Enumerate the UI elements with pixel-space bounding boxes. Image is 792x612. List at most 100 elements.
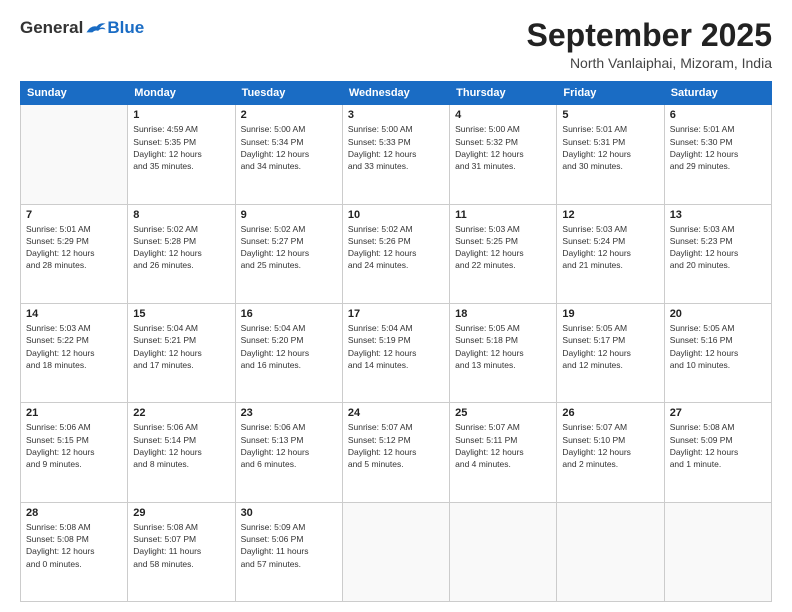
weekday-header: Tuesday (235, 82, 342, 105)
day-number: 26 (562, 407, 658, 419)
day-info: Sunrise: 5:06 AM Sunset: 5:14 PM Dayligh… (133, 421, 229, 470)
day-info: Sunrise: 5:02 AM Sunset: 5:26 PM Dayligh… (348, 223, 444, 272)
logo-bird-icon (85, 19, 107, 37)
calendar-cell: 12Sunrise: 5:03 AM Sunset: 5:24 PM Dayli… (557, 204, 664, 303)
calendar-cell: 24 Sunrise: 5:07 AM Sunset: 5:12 PM Dayli… (342, 403, 449, 502)
day-info: Sunrise: 5:07 AM Sunset: 5:12 PM Dayligh… (348, 421, 444, 470)
header: General Blue September 2025 North Vanlai… (20, 18, 772, 71)
weekday-header: Sunday (21, 82, 128, 105)
day-number: 28 (26, 507, 122, 519)
calendar-cell: 8 Sunrise: 5:02 AM Sunset: 5:28 PM Daylig… (128, 204, 235, 303)
calendar-cell: 27 Sunrise: 5:08 AM Sunset: 5:09 PM Dayli… (664, 403, 771, 502)
day-info: Sunrise: 5:08 AM Sunset: 5:08 PM Dayligh… (26, 521, 122, 570)
day-number: 11 (455, 209, 551, 221)
calendar-cell: 7 Sunrise: 5:01 AM Sunset: 5:29 PM Daylig… (21, 204, 128, 303)
calendar-cell: 3Sunrise: 5:00 AM Sunset: 5:33 PM Daylig… (342, 105, 449, 204)
day-number: 14 (26, 308, 122, 320)
day-info: Sunrise: 5:04 AM Sunset: 5:20 PM Dayligh… (241, 322, 337, 371)
day-number: 6 (670, 109, 766, 121)
day-info: Sunrise: 5:05 AM Sunset: 5:18 PM Dayligh… (455, 322, 551, 371)
day-number: 7 (26, 209, 122, 221)
calendar-cell (664, 502, 771, 601)
day-info: Sunrise: 5:08 AM Sunset: 5:09 PM Dayligh… (670, 421, 766, 470)
weekday-header: Monday (128, 82, 235, 105)
day-number: 27 (670, 407, 766, 419)
logo-general-text: General (20, 18, 83, 38)
day-number: 3 (348, 109, 444, 121)
weekday-header: Saturday (664, 82, 771, 105)
day-info: Sunrise: 5:08 AM Sunset: 5:07 PM Dayligh… (133, 521, 229, 570)
day-number: 1 (133, 109, 229, 121)
day-info: Sunrise: 5:02 AM Sunset: 5:27 PM Dayligh… (241, 223, 337, 272)
day-info: Sunrise: 5:06 AM Sunset: 5:13 PM Dayligh… (241, 421, 337, 470)
day-number: 9 (241, 209, 337, 221)
day-number: 13 (670, 209, 766, 221)
calendar-cell: 6Sunrise: 5:01 AM Sunset: 5:30 PM Daylig… (664, 105, 771, 204)
calendar-cell: 15 Sunrise: 5:04 AM Sunset: 5:21 PM Dayli… (128, 303, 235, 402)
location-text: North Vanlaiphai, Mizoram, India (527, 55, 772, 71)
day-info: Sunrise: 5:05 AM Sunset: 5:17 PM Dayligh… (562, 322, 658, 371)
weekday-header: Wednesday (342, 82, 449, 105)
day-number: 12 (562, 209, 658, 221)
day-info: Sunrise: 5:04 AM Sunset: 5:19 PM Dayligh… (348, 322, 444, 371)
calendar-cell: 13Sunrise: 5:03 AM Sunset: 5:23 PM Dayli… (664, 204, 771, 303)
calendar-cell: 21 Sunrise: 5:06 AM Sunset: 5:15 PM Dayli… (21, 403, 128, 502)
calendar-cell: 5 Sunrise: 5:01 AM Sunset: 5:31 PM Daylig… (557, 105, 664, 204)
day-number: 20 (670, 308, 766, 320)
calendar-week-row: 28 Sunrise: 5:08 AM Sunset: 5:08 PM Dayli… (21, 502, 772, 601)
calendar-week-row: 7 Sunrise: 5:01 AM Sunset: 5:29 PM Daylig… (21, 204, 772, 303)
calendar-cell: 2 Sunrise: 5:00 AM Sunset: 5:34 PM Daylig… (235, 105, 342, 204)
day-number: 5 (562, 109, 658, 121)
day-info: Sunrise: 5:02 AM Sunset: 5:28 PM Dayligh… (133, 223, 229, 272)
day-number: 19 (562, 308, 658, 320)
day-info: Sunrise: 4:59 AM Sunset: 5:35 PM Dayligh… (133, 123, 229, 172)
calendar-week-row: 1 Sunrise: 4:59 AM Sunset: 5:35 PM Daylig… (21, 105, 772, 204)
page: General Blue September 2025 North Vanlai… (0, 0, 792, 612)
day-number: 15 (133, 308, 229, 320)
calendar-cell: 16 Sunrise: 5:04 AM Sunset: 5:20 PM Dayli… (235, 303, 342, 402)
day-number: 8 (133, 209, 229, 221)
day-info: Sunrise: 5:07 AM Sunset: 5:11 PM Dayligh… (455, 421, 551, 470)
day-info: Sunrise: 5:01 AM Sunset: 5:29 PM Dayligh… (26, 223, 122, 272)
day-info: Sunrise: 5:01 AM Sunset: 5:31 PM Dayligh… (562, 123, 658, 172)
calendar-cell (450, 502, 557, 601)
calendar-cell: 23 Sunrise: 5:06 AM Sunset: 5:13 PM Dayli… (235, 403, 342, 502)
logo-blue-text: Blue (107, 18, 144, 38)
day-number: 18 (455, 308, 551, 320)
weekday-header: Friday (557, 82, 664, 105)
calendar-cell: 11 Sunrise: 5:03 AM Sunset: 5:25 PM Dayli… (450, 204, 557, 303)
day-info: Sunrise: 5:03 AM Sunset: 5:25 PM Dayligh… (455, 223, 551, 272)
logo: General Blue (20, 18, 144, 38)
calendar-cell: 20Sunrise: 5:05 AM Sunset: 5:16 PM Dayli… (664, 303, 771, 402)
calendar-cell: 18 Sunrise: 5:05 AM Sunset: 5:18 PM Dayli… (450, 303, 557, 402)
day-number: 21 (26, 407, 122, 419)
calendar-cell: 26Sunrise: 5:07 AM Sunset: 5:10 PM Dayli… (557, 403, 664, 502)
day-number: 23 (241, 407, 337, 419)
day-number: 10 (348, 209, 444, 221)
day-number: 24 (348, 407, 444, 419)
calendar-cell: 29 Sunrise: 5:08 AM Sunset: 5:07 PM Dayli… (128, 502, 235, 601)
calendar-cell: 30Sunrise: 5:09 AM Sunset: 5:06 PM Dayli… (235, 502, 342, 601)
day-info: Sunrise: 5:06 AM Sunset: 5:15 PM Dayligh… (26, 421, 122, 470)
day-info: Sunrise: 5:00 AM Sunset: 5:34 PM Dayligh… (241, 123, 337, 172)
calendar-week-row: 21 Sunrise: 5:06 AM Sunset: 5:15 PM Dayli… (21, 403, 772, 502)
calendar-cell: 25 Sunrise: 5:07 AM Sunset: 5:11 PM Dayli… (450, 403, 557, 502)
calendar-table: SundayMondayTuesdayWednesdayThursdayFrid… (20, 81, 772, 602)
calendar-cell: 22Sunrise: 5:06 AM Sunset: 5:14 PM Dayli… (128, 403, 235, 502)
calendar-cell (342, 502, 449, 601)
day-info: Sunrise: 5:04 AM Sunset: 5:21 PM Dayligh… (133, 322, 229, 371)
title-section: September 2025 North Vanlaiphai, Mizoram… (527, 18, 772, 71)
day-number: 4 (455, 109, 551, 121)
day-number: 25 (455, 407, 551, 419)
day-number: 16 (241, 308, 337, 320)
calendar-week-row: 14 Sunrise: 5:03 AM Sunset: 5:22 PM Dayli… (21, 303, 772, 402)
calendar-cell: 10 Sunrise: 5:02 AM Sunset: 5:26 PM Dayli… (342, 204, 449, 303)
day-info: Sunrise: 5:09 AM Sunset: 5:06 PM Dayligh… (241, 521, 337, 570)
day-info: Sunrise: 5:03 AM Sunset: 5:22 PM Dayligh… (26, 322, 122, 371)
calendar-cell (557, 502, 664, 601)
day-number: 29 (133, 507, 229, 519)
calendar-cell (21, 105, 128, 204)
day-info: Sunrise: 5:00 AM Sunset: 5:32 PM Dayligh… (455, 123, 551, 172)
day-number: 2 (241, 109, 337, 121)
weekday-header: Thursday (450, 82, 557, 105)
